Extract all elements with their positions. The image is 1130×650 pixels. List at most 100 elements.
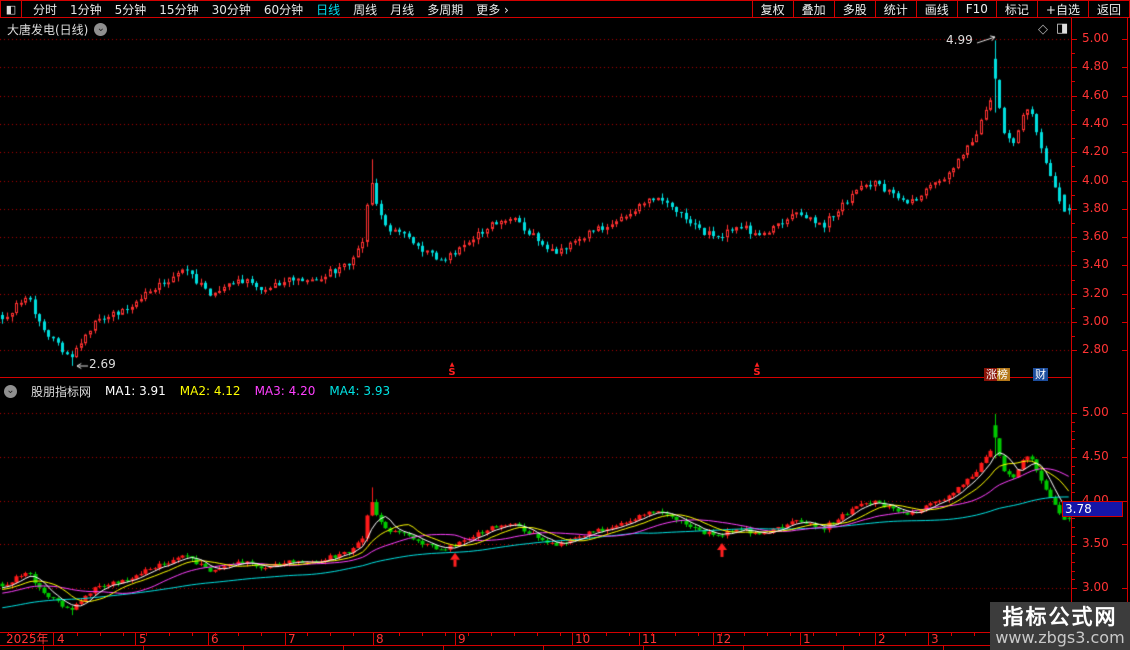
main-candlestick-canvas[interactable]	[0, 18, 1071, 372]
axis-tick-major	[1122, 413, 1127, 414]
panel-split-icon[interactable]: ◨	[1056, 21, 1068, 36]
diamond-icon[interactable]: ◇	[1038, 22, 1048, 37]
month-label: 2025年	[6, 632, 49, 646]
indicator-candlestick-canvas[interactable]	[0, 398, 1071, 632]
f10-button[interactable]: F10	[956, 1, 996, 17]
month-divider	[135, 632, 136, 646]
indicator-name: 股朋指标网	[31, 384, 92, 399]
page-title: 大唐发电(日线)	[7, 23, 89, 37]
month-divider	[572, 632, 573, 646]
month-divider	[800, 632, 801, 646]
axis-tick-minor	[1072, 336, 1075, 338]
month-divider	[928, 632, 929, 646]
price-label: 4.40	[1082, 115, 1109, 130]
chart-title-row: 大唐发电(日线) ⌄	[7, 21, 108, 38]
axis-tick-major	[1122, 95, 1127, 97]
collapse-chevron-icon[interactable]: ⌄	[4, 384, 17, 398]
back-button[interactable]: 返回	[1087, 1, 1130, 17]
period-tabs: 分时 1分钟 5分钟 15分钟 30分钟 60分钟 日线 周线 月线 多周期 更…	[33, 1, 509, 17]
cutoff-row-divider	[43, 646, 44, 650]
panel-separator-line	[0, 377, 1071, 378]
layout-toggle-button[interactable]: ◧	[0, 1, 22, 17]
week-tick	[951, 633, 952, 636]
finance-badge[interactable]: 财	[1033, 368, 1048, 381]
axis-tick-major	[1072, 39, 1077, 40]
price-label: 3.20	[1082, 285, 1109, 300]
tab-30min[interactable]: 30分钟	[212, 1, 251, 18]
week-tick	[330, 633, 331, 636]
axis-tick-major	[1122, 208, 1127, 210]
week-tick	[169, 633, 170, 636]
high-price-annotation: 4.99	[946, 33, 973, 47]
week-tick	[261, 633, 262, 636]
axis-tick-major	[1072, 350, 1077, 352]
overlay-button[interactable]: 叠加	[792, 1, 834, 17]
week-tick	[629, 633, 630, 636]
tab-5min[interactable]: 5分钟	[115, 1, 147, 18]
cutoff-row-divider	[343, 646, 344, 650]
add-watchlist-button[interactable]: +自选	[1036, 1, 1088, 17]
price-label: 3.80	[1082, 200, 1109, 215]
tab-1min[interactable]: 1分钟	[70, 1, 102, 18]
axis-tick-major	[1122, 152, 1127, 154]
axis-tick-minor	[1072, 535, 1075, 537]
month-label: 4	[57, 632, 65, 646]
axis-tick-minor	[1072, 138, 1075, 140]
multi-stock-button[interactable]: 多股	[833, 1, 875, 17]
tab-more[interactable]: 更多 ›	[476, 1, 509, 18]
trading-app-window: ◧ 分时 1分钟 5分钟 15分钟 30分钟 60分钟 日线 周线 月线 多周期…	[0, 0, 1130, 650]
tab-daily[interactable]: 日线	[316, 1, 340, 18]
week-tick	[882, 633, 883, 636]
tab-15min[interactable]: 15分钟	[159, 1, 198, 18]
axis-tick-minor	[1072, 483, 1075, 484]
ma3-value: MA3: 4.20	[254, 384, 316, 398]
axis-tick-major	[1122, 180, 1127, 182]
axis-tick-minor	[1072, 421, 1075, 423]
week-tick	[698, 633, 699, 636]
price-label: 3.00	[1082, 580, 1109, 594]
week-tick	[238, 633, 239, 636]
split-panel-icon: ◧	[5, 2, 17, 16]
axis-tick-minor	[1072, 465, 1075, 467]
week-tick	[836, 633, 837, 636]
week-tick	[606, 633, 607, 636]
price-label: 3.00	[1082, 314, 1109, 328]
week-tick	[307, 633, 308, 636]
restore-rights-button[interactable]: 复权	[751, 1, 793, 17]
axis-tick-major	[1072, 413, 1077, 414]
ma2-value: MA2: 4.12	[179, 384, 241, 398]
period-toolbar: ◧ 分时 1分钟 5分钟 15分钟 30分钟 60分钟 日线 周线 月线 多周期…	[0, 0, 1130, 18]
week-tick	[146, 633, 147, 636]
rank-list-badge[interactable]: 涨榜	[984, 368, 1010, 381]
tab-weekly[interactable]: 周线	[353, 1, 377, 18]
week-tick	[123, 633, 124, 636]
month-label: 11	[642, 632, 658, 646]
price-label: 2.80	[1082, 342, 1109, 357]
week-tick	[445, 633, 446, 636]
week-tick	[514, 633, 515, 636]
draw-line-button[interactable]: 画线	[915, 1, 957, 17]
week-tick	[537, 633, 538, 636]
price-label: 4.80	[1082, 59, 1109, 74]
tab-multi-period[interactable]: 多周期	[427, 1, 463, 18]
tab-intraday[interactable]: 分时	[33, 1, 57, 18]
month-label: 8	[376, 632, 384, 646]
statistics-button[interactable]: 统计	[874, 1, 916, 17]
watermark: 指标公式网 www.zbgs3.com	[990, 602, 1130, 650]
month-label: 12	[716, 632, 732, 646]
axis-tick-major	[1072, 322, 1077, 323]
axis-frame-line-inner	[1071, 18, 1072, 650]
time-axis[interactable]	[0, 632, 1071, 646]
axis-tick-major	[1072, 588, 1077, 589]
axis-tick-major	[1072, 208, 1077, 210]
cutoff-row-divider	[543, 646, 544, 650]
cutoff-row-divider	[143, 646, 144, 650]
mark-button[interactable]: 标记	[995, 1, 1037, 17]
tab-60min[interactable]: 60分钟	[264, 1, 303, 18]
ma4-value: MA4: 3.93	[329, 384, 391, 398]
week-tick	[721, 633, 722, 636]
signal-s-marker: ▲ S	[753, 361, 761, 378]
chevron-down-icon[interactable]: ⌄	[94, 23, 108, 36]
tab-monthly[interactable]: 月线	[390, 1, 414, 18]
week-tick	[859, 633, 860, 636]
